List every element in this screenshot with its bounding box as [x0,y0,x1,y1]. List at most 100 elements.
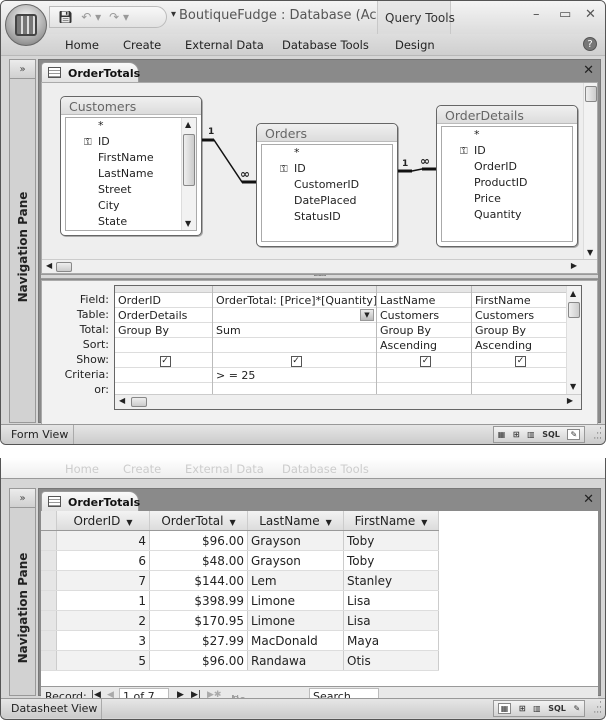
table-cell[interactable]: 6 [57,551,150,570]
expand-nav-pane-button[interactable]: » [10,489,35,508]
scroll-thumb[interactable] [568,302,580,318]
table-row[interactable]: 1 $398.99 Limone Lisa [41,591,439,611]
table-cell[interactable]: $398.99 [150,591,248,610]
table-cell[interactable]: Customers [472,308,566,323]
sort-cell[interactable] [115,338,212,353]
chevron-down-icon[interactable]: ▼ [126,518,132,527]
table-cell[interactable]: $27.99 [150,631,248,650]
pivotchart-view-icon[interactable]: ▥ [527,430,535,439]
tab-create[interactable]: Create [123,38,161,52]
minimize-button[interactable]: – [533,7,540,22]
column-header-orderid[interactable]: OrderID ▼ [57,511,150,530]
table-row[interactable]: 5 $96.00 Randawa Otis [41,651,439,671]
table-cell[interactable]: Randawa [248,651,344,670]
table-cell[interactable]: 4 [57,531,150,550]
total-cell[interactable]: Sum [213,323,376,338]
table-cell[interactable]: 2 [57,611,150,630]
column-header-firstname[interactable]: FirstName ▼ [344,511,439,530]
table-cell[interactable]: $170.95 [150,611,248,630]
table-row[interactable]: 6 $48.00 Grayson Toby [41,551,439,571]
datasheet-view-icon[interactable]: ▦ [498,430,506,439]
scroll-thumb[interactable] [56,262,72,272]
tab-home[interactable]: Home [65,38,99,52]
grid-column-lastname[interactable]: LastName Customers Group By Ascending ✓ [377,286,472,398]
show-checkbox[interactable]: ✓ [290,355,302,367]
table-cell[interactable]: Toby [344,531,439,550]
row-selector[interactable] [41,571,57,590]
pane-splitter[interactable]: ·········· [41,273,598,280]
total-cell[interactable]: Group By [472,323,566,338]
undo-icon[interactable]: ↶ ▾ [81,10,101,24]
table-cell[interactable]: Otis [344,651,439,670]
show-cell[interactable]: ✓ [472,353,566,368]
row-selector[interactable] [41,611,57,630]
table-cell[interactable]: Maya [344,631,439,650]
close-doc-button[interactable]: ✕ [583,63,594,78]
scroll-left-icon[interactable]: ◀ [119,396,125,405]
table-cell[interactable]: $144.00 [150,571,248,590]
resize-grip-icon[interactable]: · ·· ··· [593,699,602,718]
pivottable-view-icon[interactable]: ⊞ [513,430,520,439]
table-cell[interactable]: 5 [57,651,150,670]
table-cell[interactable]: $96.00 [150,651,248,670]
datasheet-view-icon[interactable]: ▦ [497,703,512,714]
sort-cell[interactable]: Ascending [377,338,471,353]
grid-column-ordertotal[interactable]: OrderTotal: [Price]*[Quantity] ▼ Sum ✓ >… [213,286,377,398]
table-cell[interactable]: Stanley [344,571,439,590]
table-row[interactable]: 7 $144.00 Lem Stanley [41,571,439,591]
sql-view-icon[interactable]: SQL [548,704,566,713]
grid-horizontal-scrollbar[interactable]: ◀ ▶ [115,394,581,409]
pivotchart-view-icon[interactable]: ▥ [533,704,541,713]
select-all-button[interactable] [41,511,57,530]
row-selector[interactable] [41,551,57,570]
field-cell[interactable]: OrderTotal: [Price]*[Quantity] [213,293,376,308]
table-row[interactable]: 4 $96.00 Grayson Toby [41,531,439,551]
tab-database-tools[interactable]: Database Tools [282,38,369,52]
table-cell[interactable]: MacDonald [248,631,344,650]
table-cell[interactable]: Lisa [344,591,439,610]
pivottable-view-icon[interactable]: ⊞ [519,704,526,713]
navigation-pane[interactable]: » Navigation Pane [9,488,36,696]
sort-cell[interactable]: Ascending [472,338,566,353]
tab-design[interactable]: Design [395,38,435,52]
scroll-right-icon[interactable]: ▶ [571,261,577,270]
grid-column-orderid[interactable]: OrderID OrderDetails Group By ✓ [115,286,213,398]
column-selector[interactable] [472,286,566,293]
row-selector[interactable] [41,591,57,610]
scroll-up-icon[interactable]: ▲ [570,289,576,298]
chevron-down-icon[interactable]: ▼ [360,309,374,321]
column-header-ordertotal[interactable]: OrderTotal ▼ [150,511,248,530]
navigation-pane[interactable]: » Navigation Pane [9,59,36,423]
row-selector[interactable] [41,651,57,670]
table-cell[interactable]: 3 [57,631,150,650]
help-icon[interactable]: ? [583,37,597,51]
close-doc-button[interactable]: ✕ [583,492,594,507]
tab-external-data[interactable]: External Data [185,38,264,52]
scroll-down-icon[interactable]: ▼ [587,248,593,257]
field-cell[interactable]: OrderID [115,293,212,308]
show-checkbox[interactable]: ✓ [420,355,431,367]
table-cell[interactable]: Customers [377,308,471,323]
table-row[interactable]: 2 $170.95 Limone Lisa [41,611,439,631]
field-cell[interactable]: FirstName [472,293,566,308]
table-cell[interactable]: Lisa [344,611,439,630]
table-cell[interactable]: Limone [248,611,344,630]
maximize-button[interactable]: ▭ [559,7,571,22]
row-selector[interactable] [41,631,57,650]
save-icon[interactable]: 💾︎ [58,10,73,24]
doc-tab-ordertotals[interactable]: OrderTotals [41,62,140,82]
office-button[interactable] [5,4,47,46]
scroll-thumb[interactable] [585,86,597,102]
sql-view-icon[interactable]: SQL [542,430,560,439]
table-cell[interactable]: Lem [248,571,344,590]
table-cell[interactable]: Limone [248,591,344,610]
redo-icon[interactable]: ↷ ▾ [109,10,129,24]
table-cell[interactable]: 7 [57,571,150,590]
table-cell[interactable]: ▼ [213,308,376,323]
field-cell[interactable]: LastName [377,293,471,308]
grid-vertical-scrollbar[interactable]: ▲ ▼ [566,286,581,394]
scroll-down-icon[interactable]: ▼ [570,382,576,391]
chevron-down-icon[interactable]: ▼ [229,518,235,527]
column-selector[interactable] [377,286,471,293]
show-cell[interactable]: ✓ [115,353,212,368]
